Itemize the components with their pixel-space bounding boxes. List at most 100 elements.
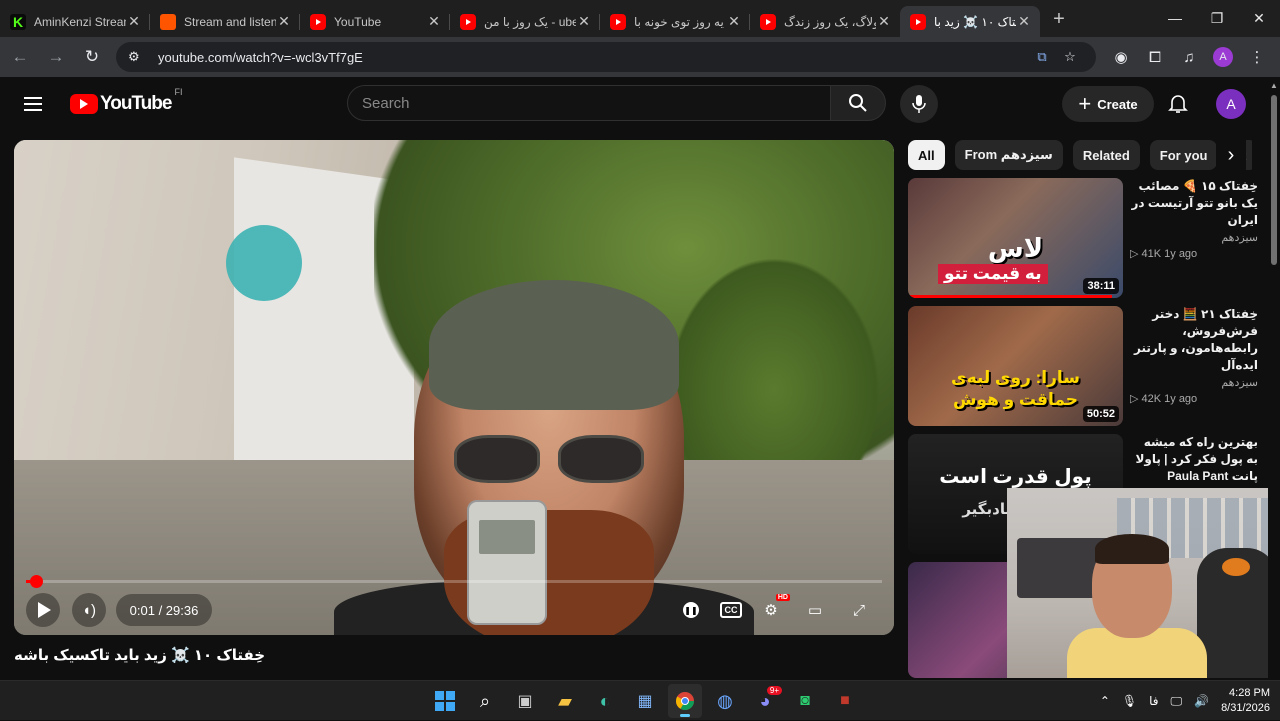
thumbnail-text: پول قدرت است <box>939 466 1092 488</box>
task-view-icon[interactable]: ▣ <box>508 684 542 718</box>
store-icon[interactable]: ▦ <box>628 684 662 718</box>
tab-title: یک روز با من - ube <box>484 14 576 29</box>
extensions-puzzle-icon[interactable]: ⧠ <box>1138 49 1172 66</box>
chip-for-you[interactable]: For you <box>1149 140 1218 170</box>
chrome-icon[interactable] <box>668 684 702 718</box>
browser-toolbar: ← → ↻ ⚙ youtube.com/watch?v=-wcl3vTf7gE … <box>0 37 1280 77</box>
subtitles-icon[interactable]: CC <box>720 602 742 618</box>
video-thumbnail[interactable]: سارا: روی لبه‌ی حماقت و هوش 50:52 <box>908 306 1123 426</box>
maximize-icon[interactable]: ❐ <box>1196 0 1238 36</box>
tab-title: یه روز توی خونه با <box>634 14 724 29</box>
minimize-icon[interactable]: — <box>1154 0 1196 36</box>
account-avatar[interactable]: A <box>1216 89 1246 119</box>
scrollbar-thumb[interactable] <box>1271 95 1277 265</box>
start-button[interactable] <box>428 684 462 718</box>
browser-tab[interactable]: Stream and listen ✕ <box>150 6 300 37</box>
input-language[interactable]: فا <box>1149 694 1158 708</box>
recommended-video[interactable]: سارا: روی لبه‌ی حماقت و هوش 50:52 خِفتاک… <box>908 306 1258 426</box>
seek-bar[interactable] <box>26 575 882 588</box>
system-clock[interactable]: 4:28 PM 8/31/2026 <box>1221 686 1270 716</box>
volume-icon[interactable]: ◖) <box>72 593 106 627</box>
network-icon[interactable]: 🖵 <box>1171 694 1183 709</box>
address-bar[interactable]: ⚙ youtube.com/watch?v=-wcl3vTf7gE ⧉ ☆ <box>116 42 1096 72</box>
microphone-icon[interactable]: 🎙 <box>1122 694 1137 708</box>
tab-title: Stream and listen <box>184 14 276 29</box>
pause-icon: ❚❚ <box>683 602 699 618</box>
tab-title: خفتاک ۱۰ ☠️ زید با <box>934 14 1016 29</box>
video-player[interactable]: ◖) 0:01 / 29:36 ❚❚ CC ⚙ ▭ ⤢ <box>14 140 894 635</box>
play-button[interactable] <box>26 593 60 627</box>
chevron-up-icon[interactable]: ⌃ <box>1100 694 1110 708</box>
close-window-icon[interactable]: ✕ <box>1238 0 1280 36</box>
recommended-title[interactable]: خِفتاک ۱۵ 🍕 مصائب یک بانو تتو آرتیست در … <box>1130 178 1258 229</box>
discord-icon[interactable]: ◕ 9+ <box>748 684 782 718</box>
video-thumbnail[interactable]: لاس به قیمت تتو 38:11 <box>908 178 1123 298</box>
window-controls: — ❐ ✕ <box>1154 0 1280 36</box>
browser-tab-active[interactable]: خفتاک ۱۰ ☠️ زید با ✕ <box>900 6 1040 37</box>
speaker-icon[interactable]: 🔊 <box>1194 694 1209 708</box>
settings-gear-icon[interactable]: ⚙ <box>756 594 790 624</box>
thumbnail-text: به قیمت تتو <box>938 264 1048 284</box>
search-input[interactable]: Search <box>347 85 831 121</box>
chip-related[interactable]: Related <box>1072 140 1140 170</box>
autoplay-toggle[interactable]: ❚❚ <box>676 596 706 624</box>
chevron-right-icon[interactable]: › <box>1216 140 1246 170</box>
theater-mode-icon[interactable]: ▭ <box>800 596 830 624</box>
tab-title: YouTube <box>334 14 382 29</box>
search-icon[interactable]: ⌕ <box>468 684 502 718</box>
cast-icon[interactable]: ⧉ <box>1028 49 1056 65</box>
browser-tab[interactable]: K AminKenzi Stream ✕ <box>0 6 150 37</box>
notifications-bell-icon[interactable] <box>1166 91 1190 115</box>
views-icon: ▷ <box>1130 248 1142 260</box>
recommended-video[interactable]: لاس به قیمت تتو 38:11 خِفتاک ۱۵ 🍕 مصائب … <box>908 178 1258 298</box>
video-scene-sign <box>226 225 302 301</box>
file-explorer-icon[interactable]: ▰ <box>548 684 582 718</box>
site-info-icon[interactable]: ⚙ <box>128 49 146 65</box>
channel-name[interactable]: سیزدهم <box>1130 231 1258 244</box>
game-app-icon[interactable]: ◙ <box>788 684 822 718</box>
create-button[interactable]: + Create <box>1062 86 1154 122</box>
page-scrollbar[interactable]: ▲ <box>1268 77 1280 680</box>
back-icon[interactable]: ← <box>4 41 36 73</box>
edge-icon[interactable]: ◐ <box>588 684 622 718</box>
media-control-icon[interactable]: ♫ <box>1172 49 1206 66</box>
recommended-title[interactable]: بهترین راه که میشه به پول فکر کرد | پاول… <box>1130 434 1258 485</box>
close-icon[interactable]: ✕ <box>876 13 892 30</box>
close-icon[interactable]: ✕ <box>1016 13 1032 30</box>
close-icon[interactable]: ✕ <box>426 13 442 30</box>
close-icon[interactable]: ✕ <box>126 13 142 30</box>
youtube-logo[interactable]: YouTube FI <box>70 87 182 115</box>
forward-icon[interactable]: → <box>40 41 72 73</box>
close-icon[interactable]: ✕ <box>726 13 742 30</box>
voice-search-button[interactable] <box>900 85 938 123</box>
chip-from-channel[interactable]: From سیزدهم <box>954 140 1063 170</box>
webcam-chair <box>1197 548 1277 678</box>
browser-menu-icon[interactable]: ⋮ <box>1240 48 1274 66</box>
youtube-icon <box>910 13 926 30</box>
browser-tab[interactable]: YouTube ✕ <box>300 6 450 37</box>
browser-tab[interactable]: یک روز با من - ube ✕ <box>450 6 600 37</box>
scroll-up-icon[interactable]: ▲ <box>1270 81 1278 90</box>
duration-badge: 38:11 <box>1083 278 1119 294</box>
youtube-icon <box>460 13 476 30</box>
profile-avatar[interactable]: A <box>1213 47 1233 67</box>
reload-icon[interactable]: ↻ <box>76 41 108 73</box>
video-person <box>429 280 679 410</box>
url-text[interactable]: youtube.com/watch?v=-wcl3vTf7gE <box>158 50 1028 65</box>
bookmark-star-icon[interactable]: ☆ <box>1056 49 1084 65</box>
hamburger-menu-icon[interactable] <box>24 97 48 111</box>
new-tab-button[interactable]: + <box>1044 4 1074 34</box>
tab-title: ولاگ، یک روز زندگ <box>784 14 876 29</box>
extension-icon[interactable]: ◉ <box>1104 48 1138 66</box>
browser-tab[interactable]: یه روز توی خونه با ✕ <box>600 6 750 37</box>
dota-icon[interactable]: ■ <box>828 684 862 718</box>
browser-tab[interactable]: ولاگ، یک روز زندگ ✕ <box>750 6 900 37</box>
chip-all[interactable]: All <box>908 140 945 170</box>
recommended-title[interactable]: خِفتاک ۲۱ 🧮 دختر فرش‌فروش، رابطه‌هامون، … <box>1130 306 1258 374</box>
channel-name[interactable]: سیزدهم <box>1130 376 1258 389</box>
fullscreen-icon[interactable]: ⤢ <box>844 596 874 624</box>
close-icon[interactable]: ✕ <box>576 13 592 30</box>
search-button[interactable] <box>830 85 886 121</box>
browser-app-icon[interactable]: ◍ <box>708 684 742 718</box>
close-icon[interactable]: ✕ <box>276 13 292 30</box>
